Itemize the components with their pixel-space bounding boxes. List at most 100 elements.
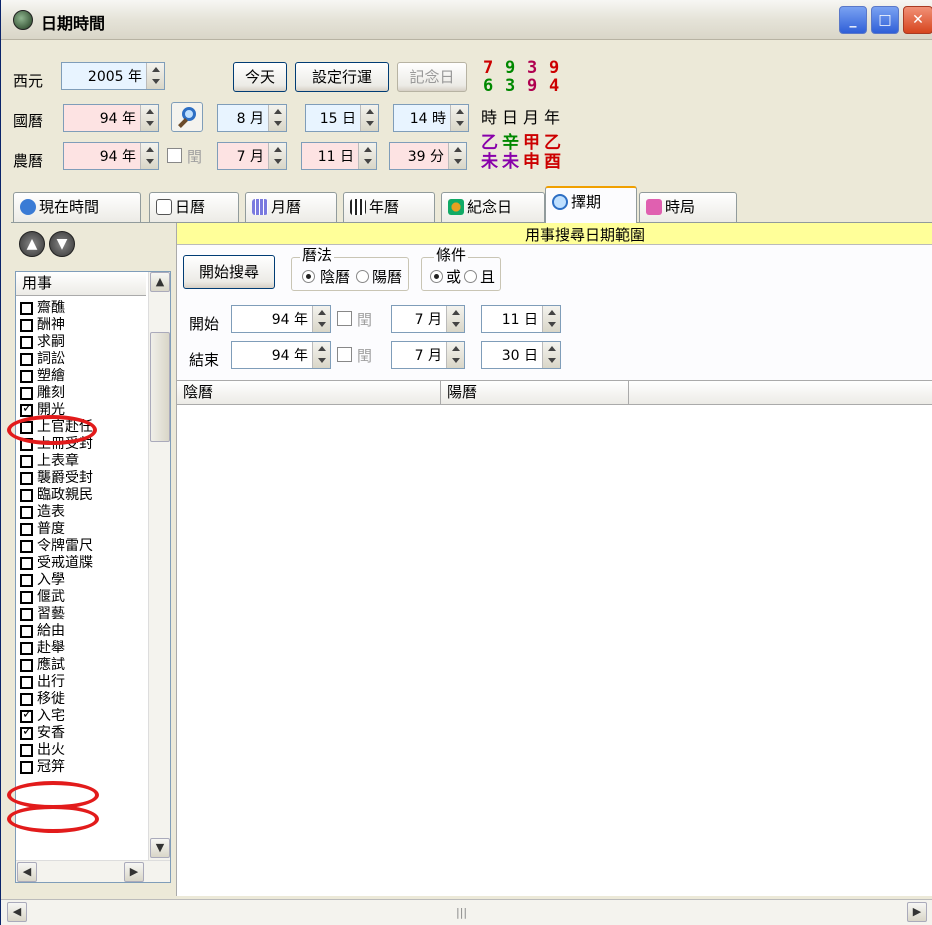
scroll-left-icon[interactable]: ◀ [7, 902, 27, 922]
event-checkbox[interactable] [20, 336, 33, 349]
roc-hour-spinner[interactable]: 14 時 [393, 104, 469, 132]
spinner-arrows-icon[interactable] [446, 306, 464, 332]
list-item[interactable]: 雕刻 [20, 385, 146, 402]
event-checkbox[interactable] [20, 608, 33, 621]
list-item[interactable]: 造表 [20, 504, 146, 521]
event-checkbox[interactable] [20, 302, 33, 315]
list-horizontal-scrollbar[interactable]: ◀ ▶ [16, 860, 170, 882]
spinner-arrows-icon[interactable] [268, 143, 286, 169]
event-checkbox[interactable] [20, 761, 33, 774]
list-item[interactable]: 上表章 [20, 453, 146, 470]
end-leap-checkbox[interactable] [337, 347, 352, 362]
down-arrow-button[interactable]: ▼ [49, 231, 75, 257]
tab-time-situation[interactable]: 時局 [639, 192, 737, 222]
tab-current-time[interactable]: 現在時間 [13, 192, 141, 222]
today-button[interactable]: 今天 [233, 62, 287, 92]
lunar-minute-spinner[interactable]: 39 分 [389, 142, 467, 170]
end-month-spinner[interactable]: 7 月 [391, 341, 465, 369]
list-vertical-scrollbar[interactable]: ▲ ▼ [148, 272, 170, 860]
tab-monthly[interactable]: 月曆 [245, 192, 337, 222]
list-item[interactable]: 出火 [20, 742, 146, 759]
list-item[interactable]: 詞訟 [20, 351, 146, 368]
list-item[interactable]: 塑繪 [20, 368, 146, 385]
event-checkbox[interactable] [20, 676, 33, 689]
minimize-button[interactable]: _ [839, 6, 867, 34]
tab-date-selection[interactable]: 擇期 [545, 186, 637, 223]
start-month-spinner[interactable]: 7 月 [391, 305, 465, 333]
list-item[interactable]: 偃武 [20, 589, 146, 606]
title-bar[interactable]: 日期時間 _ □ ✕ [1, 0, 932, 40]
list-item[interactable]: 冠笄 [20, 759, 146, 776]
maximize-button[interactable]: □ [871, 6, 899, 34]
column-header-solar[interactable]: 陽曆 [441, 381, 629, 405]
list-item[interactable]: 入宅 [20, 708, 146, 725]
close-button[interactable]: ✕ [903, 6, 932, 34]
event-checkbox[interactable] [20, 659, 33, 672]
lunar-day-spinner[interactable]: 11 日 [301, 142, 377, 170]
or-radio[interactable] [430, 270, 443, 283]
spinner-arrows-icon[interactable] [448, 143, 466, 169]
list-item[interactable]: 習藝 [20, 606, 146, 623]
spinner-arrows-icon[interactable] [146, 63, 164, 89]
list-item[interactable]: 給由 [20, 623, 146, 640]
list-item[interactable]: 受戒道牒 [20, 555, 146, 572]
roc-year-spinner[interactable]: 94 年 [63, 104, 159, 132]
list-item[interactable]: 普度 [20, 521, 146, 538]
spinner-arrows-icon[interactable] [358, 143, 376, 169]
leap-checkbox[interactable] [167, 148, 182, 163]
lunar-radio[interactable] [302, 270, 315, 283]
start-day-spinner[interactable]: 11 日 [481, 305, 561, 333]
end-day-spinner[interactable]: 30 日 [481, 341, 561, 369]
event-checkbox[interactable] [20, 523, 33, 536]
spinner-arrows-icon[interactable] [360, 105, 378, 131]
list-item[interactable]: 應試 [20, 657, 146, 674]
event-checkbox[interactable] [20, 319, 33, 332]
scroll-up-icon[interactable]: ▲ [150, 272, 170, 292]
spinner-arrows-icon[interactable] [140, 105, 158, 131]
event-checkbox[interactable] [20, 591, 33, 604]
up-arrow-button[interactable]: ▲ [19, 231, 45, 257]
solar-radio[interactable] [356, 270, 369, 283]
event-checkbox[interactable] [20, 725, 33, 740]
end-year-spinner[interactable]: 94 年 [231, 341, 331, 369]
start-year-spinner[interactable]: 94 年 [231, 305, 331, 333]
column-header-lunar[interactable]: 陰曆 [177, 381, 441, 405]
roc-month-spinner[interactable]: 8 月 [217, 104, 287, 132]
event-checkbox[interactable] [20, 489, 33, 502]
lunar-year-spinner[interactable]: 94 年 [63, 142, 159, 170]
event-checkbox[interactable] [20, 402, 33, 417]
spinner-arrows-icon[interactable] [446, 342, 464, 368]
event-checkbox[interactable] [20, 472, 33, 485]
spinner-arrows-icon[interactable] [542, 342, 560, 368]
event-checkbox[interactable] [20, 370, 33, 383]
event-checkbox[interactable] [20, 574, 33, 587]
list-item[interactable]: 出行 [20, 674, 146, 691]
tab-memorial[interactable]: 紀念日 [441, 192, 545, 222]
spinner-arrows-icon[interactable] [542, 306, 560, 332]
event-checkbox[interactable] [20, 693, 33, 706]
event-checkbox[interactable] [20, 625, 33, 638]
event-checkbox[interactable] [20, 744, 33, 757]
list-item[interactable]: 入學 [20, 572, 146, 589]
scroll-right-icon[interactable]: ▶ [124, 862, 144, 882]
list-item[interactable]: 酬神 [20, 317, 146, 334]
list-item[interactable]: 求嗣 [20, 334, 146, 351]
event-checkbox[interactable] [20, 642, 33, 655]
lunar-month-spinner[interactable]: 7 月 [217, 142, 287, 170]
roc-day-spinner[interactable]: 15 日 [305, 104, 379, 132]
event-checkbox[interactable] [20, 353, 33, 366]
start-leap-checkbox[interactable] [337, 311, 352, 326]
memorial-button[interactable]: 記念日 [397, 62, 467, 92]
spinner-arrows-icon[interactable] [268, 105, 286, 131]
results-list[interactable]: 陰曆 陽曆 [177, 380, 932, 896]
western-year-spinner[interactable]: 2005 年 [61, 62, 165, 90]
window-horizontal-scrollbar[interactable]: ◀ ||| ▶ [1, 899, 932, 925]
search-button[interactable] [171, 102, 203, 132]
event-checkbox[interactable] [20, 387, 33, 400]
event-checkbox[interactable] [20, 455, 33, 468]
scroll-down-icon[interactable]: ▼ [150, 838, 170, 858]
scroll-left-icon[interactable]: ◀ [17, 862, 37, 882]
start-search-button[interactable]: 開始搜尋 [183, 255, 275, 289]
and-radio[interactable] [464, 270, 477, 283]
event-checkbox[interactable] [20, 557, 33, 570]
